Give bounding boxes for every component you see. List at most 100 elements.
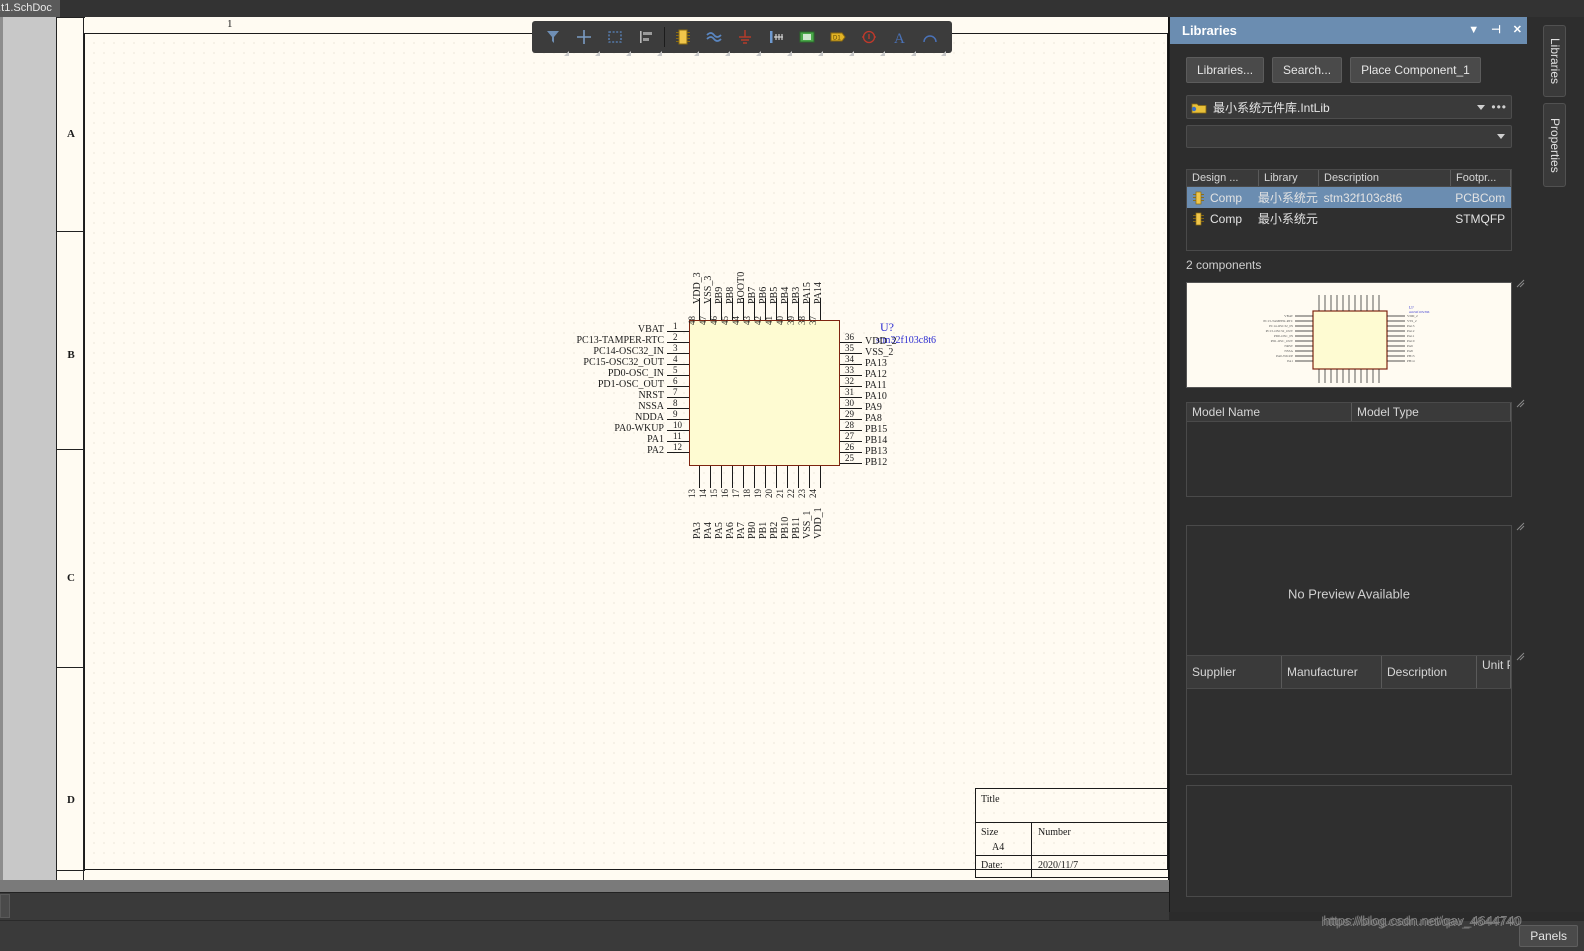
cell-design-item-id: Comp [1210,190,1243,205]
place-gnd-tool-icon[interactable] [732,24,761,56]
left-gutter-edge [0,17,3,880]
svg-text:PC15-OSC32_OUT: PC15-OSC32_OUT [1266,329,1294,333]
sheet-row-rail: A B C D [56,17,85,880]
supplier-grid-header: Supplier Manufacturer Description Unit P… [1187,656,1511,689]
title-block-number-label: Number [1038,827,1071,838]
component-filter-combobox[interactable] [1186,125,1512,148]
chevron-down-icon[interactable] [1477,104,1486,110]
horizontal-splitter[interactable] [0,880,1169,892]
schematic-active-bar[interactable]: D1 A [532,21,952,56]
component-count-label: 2 components [1186,258,1262,272]
close-icon[interactable]: ✕ [1513,25,1522,36]
place-text-tool-icon[interactable]: A [887,24,916,56]
area-select-tool-icon[interactable] [602,24,632,56]
wire-tool-icon[interactable] [540,24,570,56]
sheet-drawing-area[interactable] [84,33,1168,870]
model-preview-splitter-grip[interactable] [1516,518,1525,531]
svg-text:PA13: PA13 [1407,324,1415,328]
grid-header-library[interactable]: Library [1259,170,1319,186]
document-tab-schdoc[interactable]: ...t1.SchDoc [0,0,60,17]
title-block-date-label: Date: [981,860,1003,871]
supplier-header-description[interactable]: Description [1382,656,1477,688]
table-row[interactable]: Comp 最小系统元 STMQFP [1187,208,1511,229]
place-component-button[interactable]: Place Component_1 [1350,57,1481,83]
models-header-model-name[interactable]: Model Name [1187,403,1352,421]
place-port-tool-icon[interactable] [763,24,792,56]
place-sheet-symbol-tool-icon[interactable] [794,24,823,56]
place-net-label-tool-icon[interactable]: D1 [825,24,854,56]
svg-text:D1: D1 [833,36,841,42]
place-arc-tool-icon[interactable] [917,24,947,56]
component-icon [1193,191,1204,205]
model-preview-section: No Preview Available [1186,525,1512,662]
supplier-section: Supplier Manufacturer Description Unit P… [1186,655,1512,775]
svg-text:PC14-OSC32_IN: PC14-OSC32_IN [1269,324,1293,328]
svg-text:PA1: PA1 [1287,359,1293,363]
cell-library: 最小系统元 [1257,191,1318,205]
chevron-down-icon[interactable]: ▼ [1468,25,1479,36]
library-selector-dropdown[interactable]: 最小系统元件库.IntLib ••• [1186,95,1512,119]
cell-design-item-id: Comp [1210,211,1243,226]
align-tool-icon[interactable] [633,24,663,56]
svg-text:PB14: PB14 [1407,359,1415,363]
models-header-model-type[interactable]: Model Type [1352,403,1511,421]
libraries-panel-titlebar: Libraries ▼ ⊣ ✕ [1170,17,1528,44]
title-block[interactable]: Title Size A4 Number Date: 2020/11/7 [975,788,1169,878]
watermark-text-ghost: https://blog.csdn.net/qav_4644740 [1321,914,1520,929]
grid-header-footprint[interactable]: Footpr... [1451,170,1511,186]
component-grid-body[interactable]: Comp 最小系统元 stm32f103c8t6 PCBCom Comp 最小系… [1186,187,1512,251]
svg-text:PD0-OSC_IN: PD0-OSC_IN [1274,334,1294,338]
bottom-panel-tab[interactable] [0,894,10,918]
supplier-header-manufacturer[interactable]: Manufacturer [1282,656,1382,688]
sheet-row-label-a: A [67,128,75,140]
models-grid-header: Model Name Model Type [1187,403,1511,422]
svg-text:PA12: PA12 [1407,329,1415,333]
svg-text:VDD_2: VDD_2 [1407,314,1418,318]
rail-tab-properties[interactable]: Properties [1543,103,1566,187]
watermark: https://blog.csdn.net/qav_4644740 https:… [1222,913,1522,929]
title-block-size-label: Size [981,827,999,838]
toolbar-separator [664,27,666,47]
svg-text:PA10: PA10 [1407,339,1415,343]
table-row[interactable]: Comp 最小系统元 stm32f103c8t6 PCBCom [1187,187,1511,208]
svg-text:NRST: NRST [1284,344,1294,348]
place-no-erc-tool-icon[interactable] [856,24,885,56]
junction-tool-icon[interactable] [571,24,601,56]
place-part-tool-icon[interactable] [670,24,700,56]
cell-footprint: STMQFP [1455,211,1506,226]
place-bus-tool-icon[interactable] [701,24,730,56]
models-section: Model Name Model Type [1186,402,1512,497]
grid-header-description[interactable]: Description [1319,170,1451,186]
libraries-button[interactable]: Libraries... [1186,57,1265,83]
sheet-col-label-1: 1 [227,18,233,30]
svg-text:PB15: PB15 [1407,354,1415,358]
pin-icon[interactable]: ⊣ [1491,25,1501,36]
preview-splitter-grip[interactable] [1516,275,1525,288]
svg-text:A: A [894,31,905,46]
no-preview-message: No Preview Available [1288,586,1410,601]
svg-text:PA0-WKUP: PA0-WKUP [1276,354,1293,358]
sheet-row-label-d: D [67,794,75,806]
title-block-date-value: 2020/11/7 [1038,860,1079,871]
title-block-title-label: Title [981,794,1000,805]
library-options-ellipsis-icon[interactable]: ••• [1491,100,1507,114]
models-splitter-grip[interactable] [1516,395,1525,408]
rail-tab-libraries[interactable]: Libraries [1543,25,1566,97]
bottom-panel-area [0,892,1169,920]
search-button[interactable]: Search... [1272,57,1343,83]
title-block-size-value: A4 [992,842,1005,853]
grid-header-design-item-id[interactable]: Design ... [1187,170,1259,186]
svg-text:PA9: PA9 [1407,344,1413,348]
panels-button[interactable]: Panels [1519,925,1578,947]
chevron-down-icon[interactable] [1497,134,1505,139]
schematic-canvas[interactable]: A B C D 1 U? stm32f103c8t6 VBAT 1 PC13-TAM… [56,17,1169,880]
component-icon [1193,212,1204,226]
altium-designer-window: ...t1.SchDoc A B C D 1 U? stm [0,0,1584,951]
supplier-detail-section [1186,785,1512,897]
supplier-header-supplier[interactable]: Supplier [1187,656,1282,688]
svg-text:PA8: PA8 [1407,349,1413,353]
svg-text:VSS_2: VSS_2 [1407,319,1417,323]
supplier-header-unit-price[interactable]: Unit Price [1477,656,1511,688]
library-selector-value: 最小系统元件库.IntLib [1213,100,1330,115]
supplier-splitter-grip[interactable] [1516,648,1525,661]
